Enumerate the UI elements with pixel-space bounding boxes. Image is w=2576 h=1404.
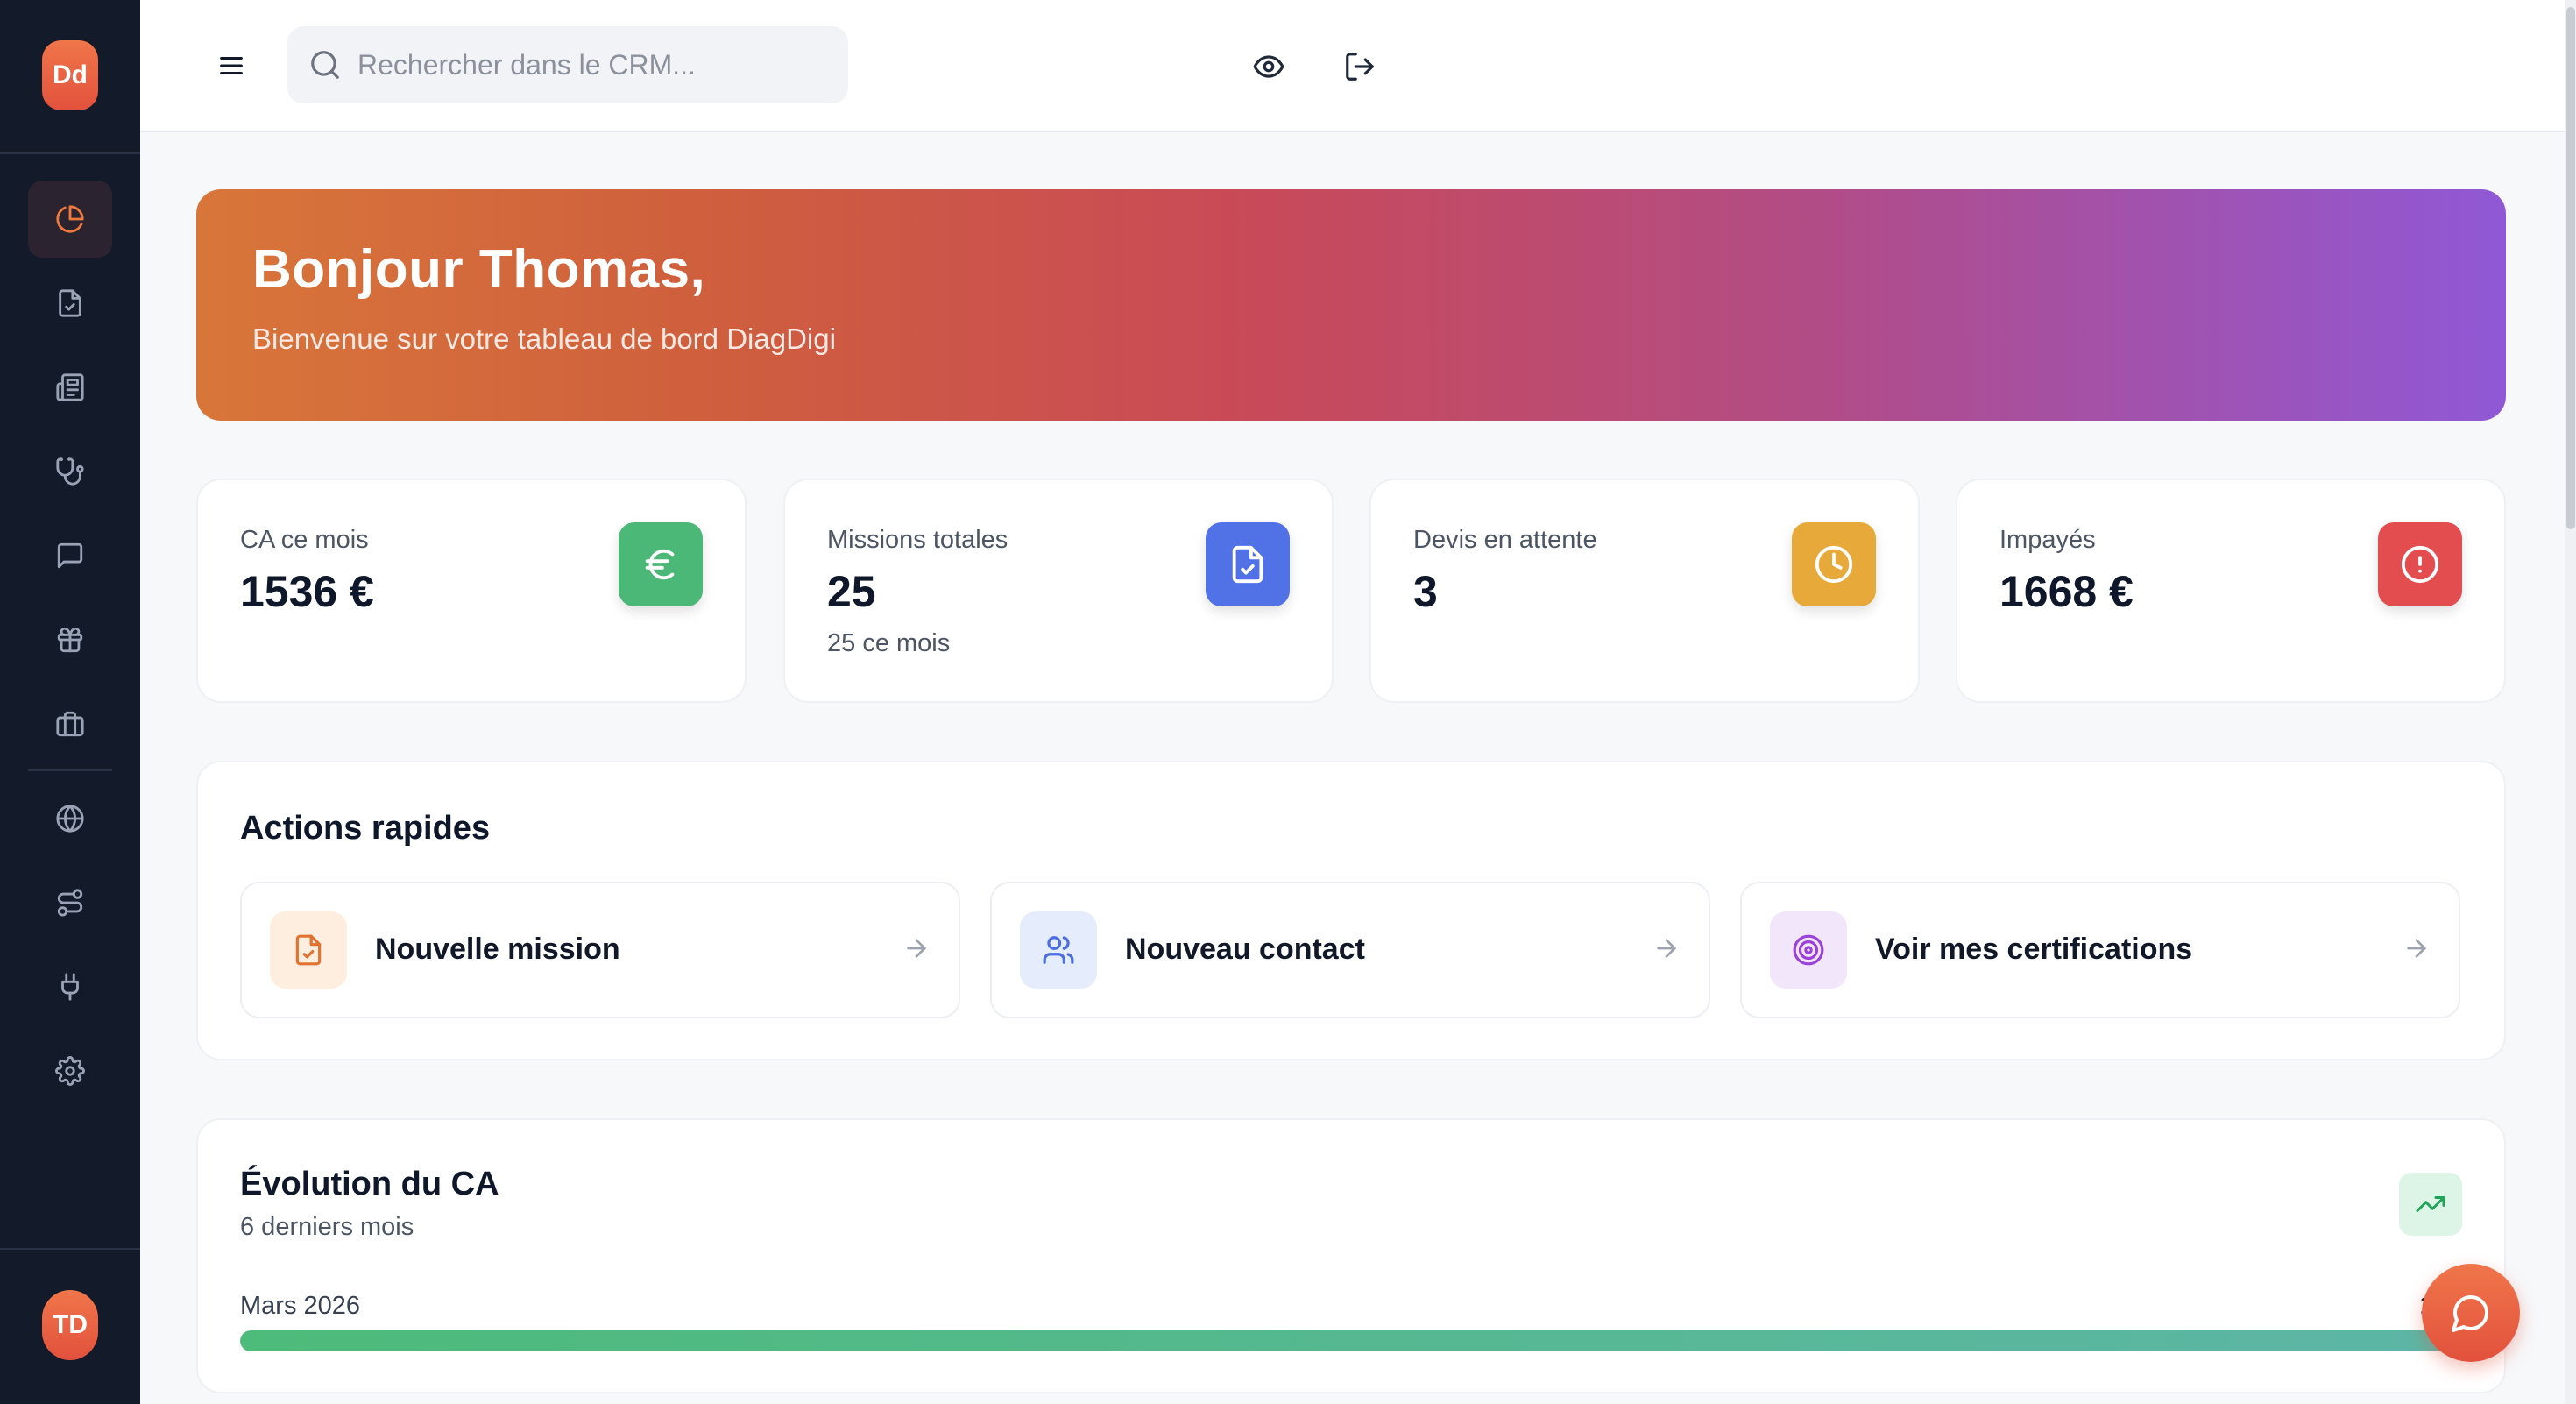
revenue-evolution-title: Évolution du CA: [240, 1166, 499, 1202]
sidebar-divider: [0, 152, 140, 154]
search-icon: [311, 51, 339, 79]
new-contact-button[interactable]: Nouveau contact: [990, 882, 1710, 1018]
quick-actions-panel: Actions rapides Nouvelle mission Nouveau…: [196, 761, 2506, 1060]
action-icon-box: [1020, 911, 1097, 989]
newspaper-icon: [56, 373, 84, 401]
sidebar-item-documents[interactable]: [28, 349, 112, 426]
stat-value: 1668 €: [1999, 567, 2134, 616]
settings-gear-icon: [55, 1056, 85, 1086]
action-label: Nouvelle mission: [375, 932, 620, 966]
quick-actions-title: Actions rapides: [240, 810, 491, 847]
new-mission-button[interactable]: Nouvelle mission: [240, 882, 960, 1018]
sidebar-item-dashboard[interactable]: [28, 181, 112, 258]
stat-value: 1536 €: [240, 567, 374, 616]
stat-card-revenue[interactable]: CA ce mois 1536 €: [196, 479, 747, 703]
chat-button[interactable]: [2422, 1264, 2520, 1362]
stat-icon-box: [2378, 522, 2462, 606]
action-icon-box: [270, 911, 347, 989]
stat-value: 25: [827, 567, 876, 616]
sidebar-item-business[interactable]: [28, 685, 112, 762]
welcome-title: Bonjour Thomas,: [252, 239, 706, 300]
file-check-icon: [1232, 545, 1263, 584]
welcome-subtitle: Bienvenue sur votre tableau de bord Diag…: [252, 323, 836, 355]
scrollbar-thumb[interactable]: [2566, 7, 2575, 529]
clock-icon: [1815, 545, 1853, 584]
stat-subtext: 25 ce mois: [827, 629, 951, 657]
revenue-evolution-panel: Évolution du CA 6 derniers mois Mars 202…: [196, 1118, 2506, 1393]
revenue-evolution-subtitle: 6 derniers mois: [240, 1213, 414, 1241]
sidebar-item-website[interactable]: [28, 780, 112, 857]
month-label: Mars 2026: [240, 1292, 361, 1320]
eye-icon: [1253, 55, 1284, 78]
stat-label: Devis en attente: [1413, 526, 1597, 554]
welcome-banner: Bonjour Thomas, Bienvenue sur votre tabl…: [196, 189, 2506, 421]
pie-chart-icon: [56, 205, 84, 233]
gift-icon: [57, 627, 83, 653]
sidebar-item-missions[interactable]: [28, 265, 112, 342]
trend-badge: [2399, 1173, 2462, 1236]
stat-label: CA ce mois: [240, 526, 369, 554]
menu-icon: [220, 56, 243, 75]
app-logo[interactable]: Dd: [42, 40, 98, 110]
sidebar-divider: [28, 769, 112, 771]
revenue-bar-track: [240, 1330, 2462, 1351]
action-icon-box: [1770, 911, 1847, 989]
stat-icon-box: [619, 522, 703, 606]
search-box[interactable]: [287, 26, 848, 103]
sidebar-item-referral[interactable]: [28, 601, 112, 678]
sidebar-item-diagnostics[interactable]: [28, 433, 112, 510]
file-check-icon: [59, 289, 81, 317]
sidebar-divider: [0, 1248, 140, 1250]
chat-bubble-icon: [2452, 1295, 2488, 1332]
view-certifications-button[interactable]: Voir mes certifications: [1740, 882, 2460, 1018]
stat-label: Impayés: [1999, 526, 2096, 554]
logout-icon: [1346, 53, 1374, 81]
users-icon: [1043, 936, 1074, 964]
trending-up-icon: [2416, 1196, 2445, 1212]
action-label: Voir mes certifications: [1875, 932, 2193, 966]
route-icon: [57, 889, 83, 917]
stat-icon-box: [1206, 522, 1290, 606]
stat-card-unpaid[interactable]: Impayés 1668 €: [1956, 479, 2506, 703]
alert-circle-icon: [2401, 545, 2439, 584]
plug-icon: [61, 973, 79, 1001]
stat-card-missions[interactable]: Missions totales 25 25 ce mois: [783, 479, 1334, 703]
briefcase-icon: [56, 711, 84, 737]
stat-card-quotes[interactable]: Devis en attente 3: [1369, 479, 1920, 703]
file-check-icon: [295, 934, 322, 966]
sidebar: Dd TD: [0, 0, 140, 1404]
preview-button[interactable]: [1244, 42, 1293, 91]
arrow-right-icon: [2407, 939, 2426, 958]
stat-icon-box: [1792, 522, 1876, 606]
stat-value: 3: [1413, 567, 1438, 616]
sidebar-item-messages[interactable]: [28, 517, 112, 594]
logout-button[interactable]: [1335, 42, 1384, 91]
target-icon: [1793, 934, 1824, 966]
arrow-right-icon: [1657, 939, 1676, 958]
sidebar-item-routes[interactable]: [28, 864, 112, 941]
user-avatar[interactable]: TD: [42, 1290, 98, 1360]
sidebar-item-settings[interactable]: [28, 1032, 112, 1110]
stat-label: Missions totales: [827, 526, 1008, 554]
arrow-right-icon: [907, 939, 926, 958]
stethoscope-icon: [56, 457, 84, 486]
action-label: Nouveau contact: [1125, 932, 1365, 966]
revenue-bar-fill: [240, 1330, 2462, 1351]
message-square-icon: [57, 542, 83, 569]
euro-icon: [645, 549, 675, 580]
globe-icon: [56, 805, 84, 833]
sidebar-item-integrations[interactable]: [28, 948, 112, 1025]
search-input[interactable]: [357, 48, 831, 82]
menu-toggle-button[interactable]: [207, 44, 256, 88]
top-bar: [140, 0, 2565, 132]
